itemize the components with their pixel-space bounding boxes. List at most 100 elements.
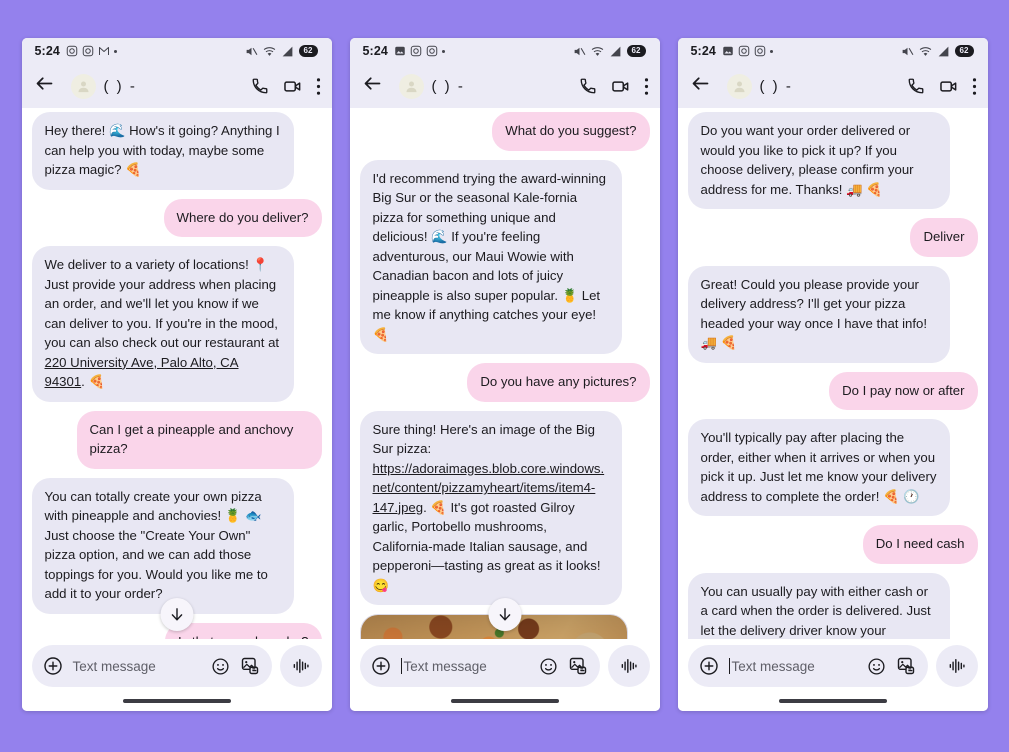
- voice-waveform-icon[interactable]: [607, 645, 650, 687]
- message-bubble-outgoing[interactable]: Do I need cash: [862, 525, 978, 564]
- text-message-input[interactable]: Text message: [728, 658, 857, 674]
- app-bar-actions: [251, 77, 321, 96]
- home-gesture-pill[interactable]: [122, 699, 231, 703]
- contact-name[interactable]: ( ) -: [760, 78, 793, 95]
- mute-icon: [902, 47, 913, 55]
- status-bar-system-icons: 62: [901, 45, 974, 58]
- address-link[interactable]: 220 University Ave, Palo Alto, CA 94301: [45, 355, 239, 390]
- app-bar-actions: [907, 77, 977, 96]
- text-message-placeholder: Text message: [403, 658, 487, 674]
- status-dot-icon: [441, 49, 445, 53]
- voice-waveform-icon[interactable]: [279, 645, 322, 687]
- back-arrow-icon[interactable]: [362, 73, 383, 99]
- phone-panel-1: 5:24 62 ( ) - Hey there! 🌊 How's it goin…: [21, 38, 332, 711]
- message-bubble-outgoing[interactable]: Can I get a pineapple and anchovy pizza?: [76, 410, 322, 469]
- emoji-smiley-icon[interactable]: [211, 657, 230, 676]
- message-row: You can totally create your own pizza wi…: [31, 477, 322, 614]
- mute-icon: [246, 47, 257, 55]
- status-bar-time: 5:24: [362, 44, 388, 58]
- status-dot-icon: [113, 49, 117, 53]
- call-icon[interactable]: [579, 77, 597, 95]
- battery-indicator: 62: [626, 45, 646, 57]
- message-bubble-incoming[interactable]: You can totally create your own pizza wi…: [31, 477, 294, 614]
- message-bubble-outgoing[interactable]: Do I pay now or after: [829, 371, 978, 410]
- voice-waveform-icon[interactable]: [935, 645, 978, 687]
- message-bubble-outgoing[interactable]: What do you suggest?: [492, 112, 650, 151]
- message-text-after: . 🍕: [81, 374, 105, 389]
- wifi-icon: [263, 46, 275, 56]
- composer-bar: Text message: [677, 639, 988, 691]
- contact-name[interactable]: ( ) -: [432, 78, 465, 95]
- message-row: You can usually pay with either cash or …: [687, 572, 978, 639]
- message-bubble-incoming[interactable]: Do you want your order delivered or woul…: [687, 112, 950, 209]
- gallery-image-icon[interactable]: [240, 656, 260, 676]
- plus-circle-icon[interactable]: [43, 656, 63, 676]
- call-icon[interactable]: [251, 77, 269, 95]
- message-thread[interactable]: What do you suggest? I'd recommend tryin…: [349, 108, 660, 639]
- avatar[interactable]: [70, 73, 96, 99]
- message-row: I'd recommend trying the award-winning B…: [359, 159, 650, 354]
- plus-circle-icon[interactable]: [699, 656, 719, 676]
- status-bar: 5:24 62: [21, 38, 332, 64]
- video-call-icon[interactable]: [611, 77, 630, 96]
- message-bubble-outgoing[interactable]: Where do you deliver?: [163, 198, 322, 237]
- emoji-smiley-icon[interactable]: [539, 657, 558, 676]
- home-gesture-pill[interactable]: [450, 699, 559, 703]
- message-bubble-incoming[interactable]: You can usually pay with either cash or …: [687, 572, 950, 639]
- camera-icon: [754, 45, 766, 57]
- call-icon[interactable]: [907, 77, 925, 95]
- status-bar: 5:24 62: [677, 38, 988, 64]
- status-bar-time: 5:24: [690, 44, 716, 58]
- message-input-container[interactable]: Text message: [687, 645, 928, 687]
- message-input-container[interactable]: Text message: [359, 645, 600, 687]
- message-bubble-incoming[interactable]: Hey there! 🌊 How's it going? Anything I …: [31, 112, 294, 190]
- message-thread[interactable]: Do you want your order delivered or woul…: [677, 108, 988, 639]
- overflow-menu-icon[interactable]: [644, 77, 649, 96]
- message-input-container[interactable]: Text message: [31, 645, 272, 687]
- phone-panel-2: 5:24 62 ( ) - What do you suggest? I'd r…: [349, 38, 660, 711]
- message-row: Can I get a pineapple and anchovy pizza?: [32, 410, 322, 469]
- message-row: Do you have any pictures?: [360, 363, 650, 402]
- gallery-image-icon[interactable]: [896, 656, 916, 676]
- text-message-input[interactable]: Text message: [73, 659, 201, 674]
- message-bubble-outgoing[interactable]: Deliver: [910, 218, 978, 257]
- avatar[interactable]: [726, 73, 752, 99]
- message-bubble-incoming[interactable]: We deliver to a variety of locations! 📍 …: [31, 246, 294, 402]
- text-cursor: [728, 658, 730, 674]
- contact-name[interactable]: ( ) -: [104, 78, 137, 95]
- app-bar: ( ) -: [349, 64, 660, 108]
- avatar[interactable]: [398, 73, 424, 99]
- message-row: What do you suggest?: [360, 112, 650, 151]
- scroll-to-bottom-icon[interactable]: [160, 598, 193, 631]
- video-call-icon[interactable]: [939, 77, 958, 96]
- video-call-icon[interactable]: [283, 77, 302, 96]
- app-bar: ( ) -: [677, 64, 988, 108]
- message-bubble-incoming[interactable]: Great! Could you please provide your del…: [687, 265, 950, 363]
- wifi-icon: [919, 46, 931, 56]
- status-bar-system-icons: 62: [245, 45, 318, 58]
- text-message-input[interactable]: Text message: [400, 658, 529, 674]
- camera-icon: [66, 45, 78, 57]
- system-nav-bar: [677, 691, 988, 711]
- message-thread[interactable]: Hey there! 🌊 How's it going? Anything I …: [21, 108, 332, 639]
- message-bubble-incoming[interactable]: You'll typically pay after placing the o…: [687, 419, 950, 516]
- back-arrow-icon[interactable]: [34, 73, 55, 99]
- message-bubble-incoming[interactable]: Sure thing! Here's an image of the Big S…: [359, 410, 622, 605]
- overflow-menu-icon[interactable]: [972, 77, 977, 96]
- back-arrow-icon[interactable]: [690, 73, 711, 99]
- scroll-to-bottom-icon[interactable]: [488, 598, 521, 631]
- message-text: We deliver to a variety of locations! 📍 …: [44, 257, 280, 350]
- plus-circle-icon[interactable]: [371, 656, 391, 676]
- screenshot-stage: 5:24 62 ( ) - Hey there! 🌊 How's it goin…: [0, 0, 1009, 752]
- messages-m-icon: [98, 47, 109, 55]
- home-gesture-pill[interactable]: [778, 699, 887, 703]
- emoji-smiley-icon[interactable]: [867, 657, 886, 676]
- message-text: Sure thing! Here's an image of the Big S…: [372, 421, 595, 457]
- system-nav-bar: [349, 691, 660, 711]
- status-bar-notification-icons: [722, 45, 773, 57]
- message-bubble-outgoing[interactable]: Do you have any pictures?: [467, 363, 650, 402]
- message-bubble-incoming[interactable]: I'd recommend trying the award-winning B…: [359, 159, 622, 354]
- gallery-image-icon[interactable]: [568, 656, 588, 676]
- camera-icon: [426, 45, 438, 57]
- overflow-menu-icon[interactable]: [316, 77, 321, 96]
